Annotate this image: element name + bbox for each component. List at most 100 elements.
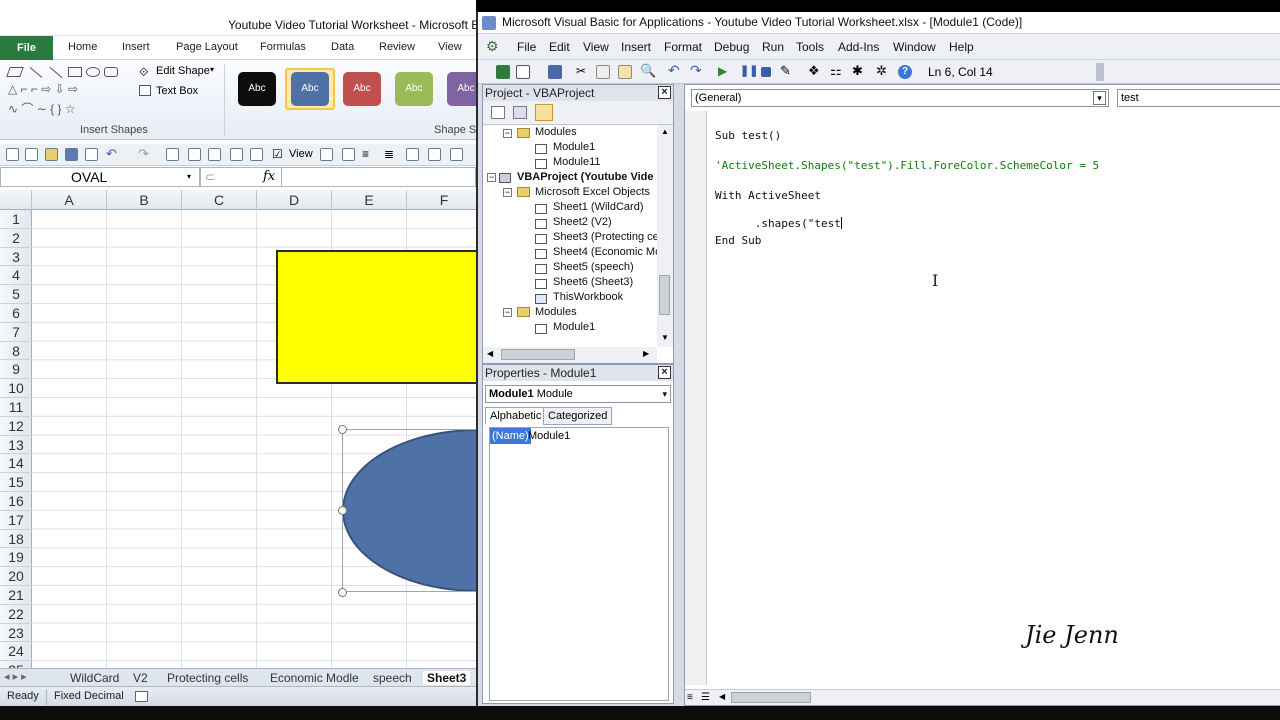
- align-center-icon[interactable]: ≡: [362, 147, 369, 161]
- copy-icon[interactable]: [596, 65, 610, 79]
- tab-review[interactable]: Review: [379, 41, 415, 53]
- design-mode-icon[interactable]: ✎: [780, 63, 791, 79]
- row-header[interactable]: 5: [0, 285, 32, 304]
- close-file-icon[interactable]: [85, 148, 98, 161]
- menu-add-ins[interactable]: Add-Ins: [838, 40, 879, 54]
- row-header[interactable]: 4: [0, 266, 32, 286]
- tree-sheet5[interactable]: Sheet5 (speech): [553, 261, 634, 273]
- shape-style-blue[interactable]: Abc: [291, 72, 329, 106]
- tree-modules[interactable]: Modules: [535, 126, 577, 138]
- menu-format[interactable]: Format: [664, 40, 702, 54]
- chart-icon[interactable]: [428, 148, 441, 161]
- tree-sheet4[interactable]: Sheet4 (Economic Moc: [553, 246, 657, 258]
- rectangle-shape-icon[interactable]: [68, 67, 82, 77]
- property-name-key[interactable]: (Name): [490, 428, 531, 444]
- collapse-icon[interactable]: −: [487, 173, 496, 182]
- row-header[interactable]: 6: [0, 304, 32, 323]
- new-file-icon[interactable]: [25, 148, 38, 161]
- undo-icon[interactable]: ↶: [106, 146, 117, 162]
- code-line-comment[interactable]: 'ActiveSheet.Shapes("test").Fill.ForeCol…: [715, 159, 1099, 172]
- menu-run[interactable]: Run: [762, 40, 784, 54]
- text-box-icon[interactable]: [139, 85, 151, 96]
- arrow-shape-icon[interactable]: [49, 66, 63, 79]
- sheet-tab-wildcard[interactable]: WildCard: [70, 671, 119, 685]
- column-header[interactable]: A: [32, 190, 107, 210]
- column-header[interactable]: F: [407, 190, 476, 210]
- save-icon[interactable]: [65, 148, 78, 161]
- tree-sheet3[interactable]: Sheet3 (Protecting cel: [553, 231, 657, 243]
- triangle-shape-icon[interactable]: △ ⌐ ⌐ ⇨ ⇩ ⇨: [8, 82, 78, 96]
- code-line[interactable]: Sub test(): [715, 129, 781, 142]
- zoom-icon[interactable]: [230, 148, 243, 161]
- properties-window-icon[interactable]: ⚏: [830, 63, 842, 79]
- code-margin[interactable]: [685, 111, 707, 685]
- menu-tools[interactable]: Tools: [796, 40, 824, 54]
- name-box[interactable]: OVAL ▾: [0, 167, 200, 187]
- row-header[interactable]: 14: [0, 454, 32, 474]
- grid-icon[interactable]: [6, 148, 19, 161]
- sheet-tab-v2[interactable]: V2: [133, 671, 148, 685]
- tree-module1[interactable]: Module1: [553, 141, 595, 153]
- row-header[interactable]: 23: [0, 624, 32, 643]
- resize-handle[interactable]: [338, 425, 347, 434]
- row-header[interactable]: 17: [0, 511, 32, 530]
- procedure-dropdown[interactable]: test: [1117, 89, 1280, 107]
- module-view-icon[interactable]: ☰: [701, 692, 710, 703]
- shapes-gallery[interactable]: △ ⌐ ⌐ ⇨ ⇩ ⇨ ∿ ⌒ ∼ { } ☆: [6, 66, 124, 120]
- reset-icon[interactable]: [761, 67, 771, 77]
- column-header[interactable]: C: [182, 190, 257, 210]
- sheet-tab-speech[interactable]: speech: [373, 671, 412, 685]
- tab-categorized[interactable]: Categorized: [543, 407, 613, 425]
- row-header[interactable]: 9: [0, 360, 32, 380]
- shape-style-red[interactable]: Abc: [343, 72, 381, 106]
- project-explorer-icon[interactable]: ❖: [808, 63, 820, 79]
- filter-icon[interactable]: [450, 148, 463, 161]
- row-header[interactable]: 24: [0, 642, 32, 662]
- freeform-shape-icon[interactable]: ∿ ⌒ ∼ { } ☆: [8, 100, 76, 117]
- column-header[interactable]: B: [107, 190, 182, 210]
- object-browser-icon[interactable]: ✱: [852, 63, 863, 79]
- scroll-thumb[interactable]: [731, 692, 811, 703]
- sheet-tab-sheet3[interactable]: Sheet3: [423, 671, 471, 685]
- row-header[interactable]: 12: [0, 417, 32, 436]
- scroll-right-icon[interactable]: ▶: [643, 349, 649, 358]
- vba-doc-icon[interactable]: ⚙: [486, 38, 499, 55]
- collapse-icon[interactable]: −: [503, 129, 512, 138]
- text-box-button[interactable]: Text Box: [156, 85, 198, 97]
- menu-file[interactable]: File: [517, 40, 536, 54]
- tab-insert[interactable]: Insert: [122, 41, 150, 53]
- edit-shape-button[interactable]: Edit Shape: [156, 65, 210, 77]
- properties-object-dropdown[interactable]: Module1 Module ▾: [485, 385, 671, 403]
- tree-excel-objects[interactable]: Microsoft Excel Objects: [535, 186, 650, 198]
- project-horizontal-scrollbar[interactable]: ◀ ▶: [483, 347, 657, 363]
- row-header[interactable]: 18: [0, 530, 32, 549]
- tree-thisworkbook[interactable]: ThisWorkbook: [553, 291, 623, 303]
- menu-debug[interactable]: Debug: [714, 40, 749, 54]
- toggle-folders-icon[interactable]: [535, 104, 553, 121]
- undo-icon[interactable]: ↶: [668, 62, 680, 79]
- row-header[interactable]: 8: [0, 342, 32, 361]
- row-header[interactable]: 7: [0, 323, 32, 342]
- redo-icon[interactable]: ↷: [690, 62, 702, 79]
- formula-bar-collapse-icon[interactable]: ⊂: [205, 170, 215, 184]
- tree-sheet6[interactable]: Sheet6 (Sheet3): [553, 276, 633, 288]
- shape-textbox-icon[interactable]: [6, 67, 24, 77]
- insert-module-icon[interactable]: [516, 65, 530, 79]
- find-icon[interactable]: 🔍: [640, 63, 656, 79]
- scroll-left-icon[interactable]: ◀: [719, 692, 725, 701]
- rounded-rect-shape-icon[interactable]: [104, 67, 118, 77]
- tab-alphabetic[interactable]: Alphabetic: [485, 407, 547, 425]
- macro-record-icon[interactable]: [135, 691, 148, 702]
- edit-shape-icon[interactable]: ⟐: [139, 65, 148, 80]
- row-header[interactable]: 11: [0, 398, 32, 417]
- tab-formulas[interactable]: Formulas: [260, 41, 306, 53]
- borders-icon[interactable]: [320, 148, 333, 161]
- code-horizontal-scrollbar[interactable]: ≡ ☰ ◀: [685, 689, 1280, 705]
- yellow-rectangle-shape[interactable]: [276, 250, 476, 384]
- procedure-view-icon[interactable]: ≡: [687, 692, 693, 703]
- row-header[interactable]: 3: [0, 248, 32, 267]
- justify-icon[interactable]: ≣: [384, 147, 394, 161]
- merge-icon[interactable]: [342, 148, 355, 161]
- tree-modules-2[interactable]: Modules: [535, 306, 577, 318]
- menu-view[interactable]: View: [583, 40, 609, 54]
